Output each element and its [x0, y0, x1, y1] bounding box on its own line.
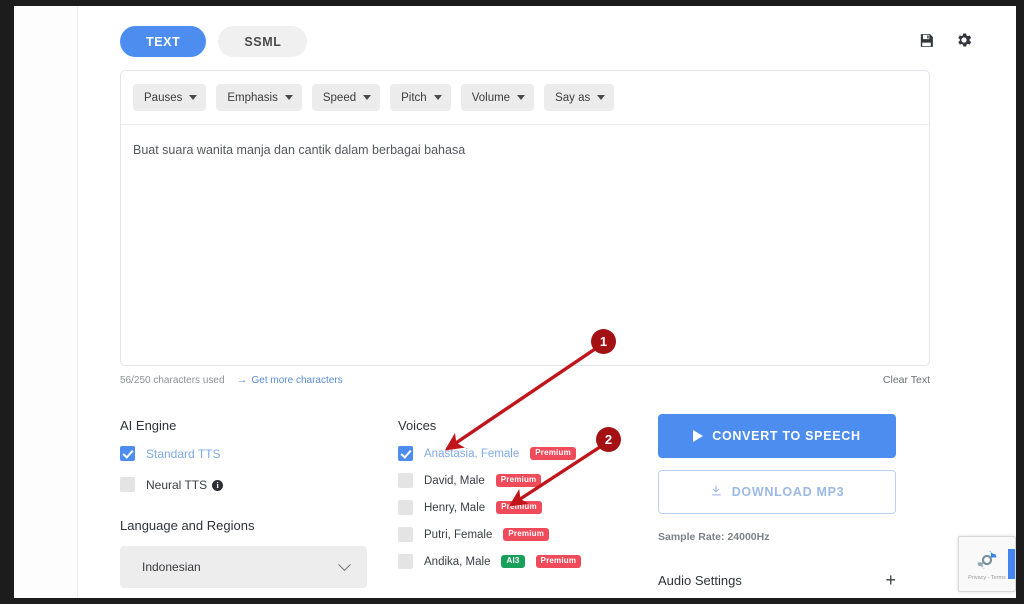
recaptcha-icon — [977, 551, 997, 569]
language-select[interactable]: Indonesian — [120, 546, 367, 588]
arrow-right-icon: → — [236, 373, 248, 386]
text-input[interactable]: Buat suara wanita manja dan cantik dalam… — [121, 125, 929, 160]
language-selected-value: Indonesian — [142, 560, 201, 574]
download-mp3-button[interactable]: DOWNLOAD MP3 — [658, 470, 896, 514]
badge-premium: Premium — [495, 474, 542, 487]
browser-frame: TEXT SSML Pauses Emphasis Speed Pitch Vo… — [14, 6, 1016, 598]
plus-icon: + — [885, 570, 896, 590]
tool-pauses-label: Pauses — [144, 91, 183, 104]
editor-card: Pauses Emphasis Speed Pitch Volume Say a… — [120, 70, 930, 366]
audio-settings-toggle[interactable]: Audio Settings + — [658, 571, 896, 598]
chevron-down-icon — [597, 95, 606, 100]
download-mp3-label: DOWNLOAD MP3 — [731, 485, 845, 499]
tool-volume-label: Volume — [471, 91, 511, 104]
chevron-down-icon — [338, 557, 351, 571]
standard-tts-label: Standard TTS — [146, 446, 221, 461]
checkbox-voice-andika[interactable] — [398, 554, 413, 569]
tab-ssml[interactable]: SSML — [218, 26, 308, 57]
voice-item-henry[interactable]: Henry, Male Premium — [398, 500, 648, 515]
checkbox-voice-putri[interactable] — [398, 527, 413, 542]
badge-premium: Premium — [535, 555, 582, 568]
badge-premium: Premium — [503, 528, 550, 541]
voice-name-andika: Andika, Male — [424, 555, 491, 568]
page-left-gutter — [14, 6, 78, 598]
chevron-down-icon — [363, 95, 372, 100]
recaptcha-badge[interactable]: Privacy - Terms — [958, 536, 1016, 592]
ai-engine-section: AI Engine Standard TTS Neural TTS i Langu… — [120, 418, 370, 588]
checkbox-standard-tts[interactable] — [120, 446, 135, 461]
tool-pitch-label: Pitch — [401, 91, 427, 104]
tool-pauses[interactable]: Pauses — [133, 84, 207, 111]
recaptcha-privacy-terms[interactable]: Privacy - Terms — [968, 575, 1006, 581]
character-counter: 56/250 characters used — [120, 374, 225, 386]
get-more-characters-link[interactable]: → Get more characters — [236, 373, 343, 386]
editor-footer: 56/250 characters used → Get more charac… — [120, 374, 930, 386]
character-counter-group: 56/250 characters used → Get more charac… — [120, 373, 343, 386]
tool-emphasis[interactable]: Emphasis — [216, 84, 302, 111]
download-icon — [710, 484, 723, 500]
checkbox-voice-anastasia[interactable] — [398, 446, 413, 461]
tool-speed-label: Speed — [322, 91, 357, 104]
voice-name-anastasia: Anastasia, Female — [424, 447, 520, 460]
tab-text[interactable]: TEXT — [120, 26, 207, 57]
language-title: Language and Regions — [120, 518, 255, 533]
save-icon[interactable] — [916, 30, 936, 50]
audio-settings-label: Audio Settings — [658, 572, 742, 588]
voice-item-andika[interactable]: Andika, Male AI3 Premium — [398, 554, 648, 569]
annotation-marker-1: 1 — [591, 329, 616, 354]
voice-item-david[interactable]: David, Male Premium — [398, 473, 648, 488]
voice-name-henry: Henry, Male — [424, 501, 486, 514]
mode-tabs: TEXT SSML — [120, 26, 308, 57]
chevron-down-icon — [189, 95, 198, 100]
get-more-characters-label: Get more characters — [251, 374, 343, 386]
tool-emphasis-label: Emphasis — [227, 91, 278, 104]
tool-volume[interactable]: Volume — [460, 84, 535, 111]
tool-speed[interactable]: Speed — [311, 84, 381, 111]
screenshot-root: TEXT SSML Pauses Emphasis Speed Pitch Vo… — [0, 0, 1024, 604]
convert-to-speech-button[interactable]: CONVERT TO SPEECH — [658, 414, 896, 458]
tool-say-as[interactable]: Say as — [544, 84, 615, 111]
gear-icon[interactable] — [954, 30, 974, 50]
badge-ai3: AI3 — [501, 555, 525, 568]
play-icon — [693, 430, 704, 442]
checkbox-neural-tts[interactable] — [120, 477, 135, 492]
voice-name-david: David, Male — [424, 474, 485, 487]
annotation-marker-2: 2 — [596, 427, 621, 452]
checkbox-voice-henry[interactable] — [398, 500, 413, 515]
tool-pitch[interactable]: Pitch — [390, 84, 451, 111]
ai-engine-option-standard[interactable]: Standard TTS — [120, 446, 370, 461]
sample-rate-text: Sample Rate: 24000Hz — [658, 531, 770, 543]
tts-app: TEXT SSML Pauses Emphasis Speed Pitch Vo… — [78, 6, 1016, 598]
voice-name-putri: Putri, Female — [424, 528, 493, 541]
checkbox-voice-david[interactable] — [398, 473, 413, 488]
info-icon[interactable]: i — [212, 479, 224, 491]
voice-item-putri[interactable]: Putri, Female Premium — [398, 527, 648, 542]
ai-engine-option-neural[interactable]: Neural TTS i — [120, 477, 370, 492]
chevron-down-icon — [284, 95, 293, 100]
chevron-down-icon — [517, 95, 526, 100]
convert-to-speech-label: CONVERT TO SPEECH — [712, 429, 861, 443]
clear-text-button[interactable]: Clear Text — [883, 374, 930, 386]
chevron-down-icon — [433, 95, 442, 100]
badge-premium: Premium — [530, 447, 576, 460]
header-actions — [916, 30, 974, 50]
badge-premium: Premium — [496, 501, 542, 514]
actions-section: CONVERT TO SPEECH DOWNLOAD MP3 Sample Ra… — [658, 414, 898, 598]
neural-tts-label: Neural TTS i — [146, 478, 224, 492]
tool-say-as-label: Say as — [555, 91, 591, 104]
recaptcha-accent-bar — [1008, 549, 1015, 579]
ai-engine-title: AI Engine — [120, 418, 177, 433]
ssml-toolbar: Pauses Emphasis Speed Pitch Volume Say a… — [121, 71, 929, 125]
